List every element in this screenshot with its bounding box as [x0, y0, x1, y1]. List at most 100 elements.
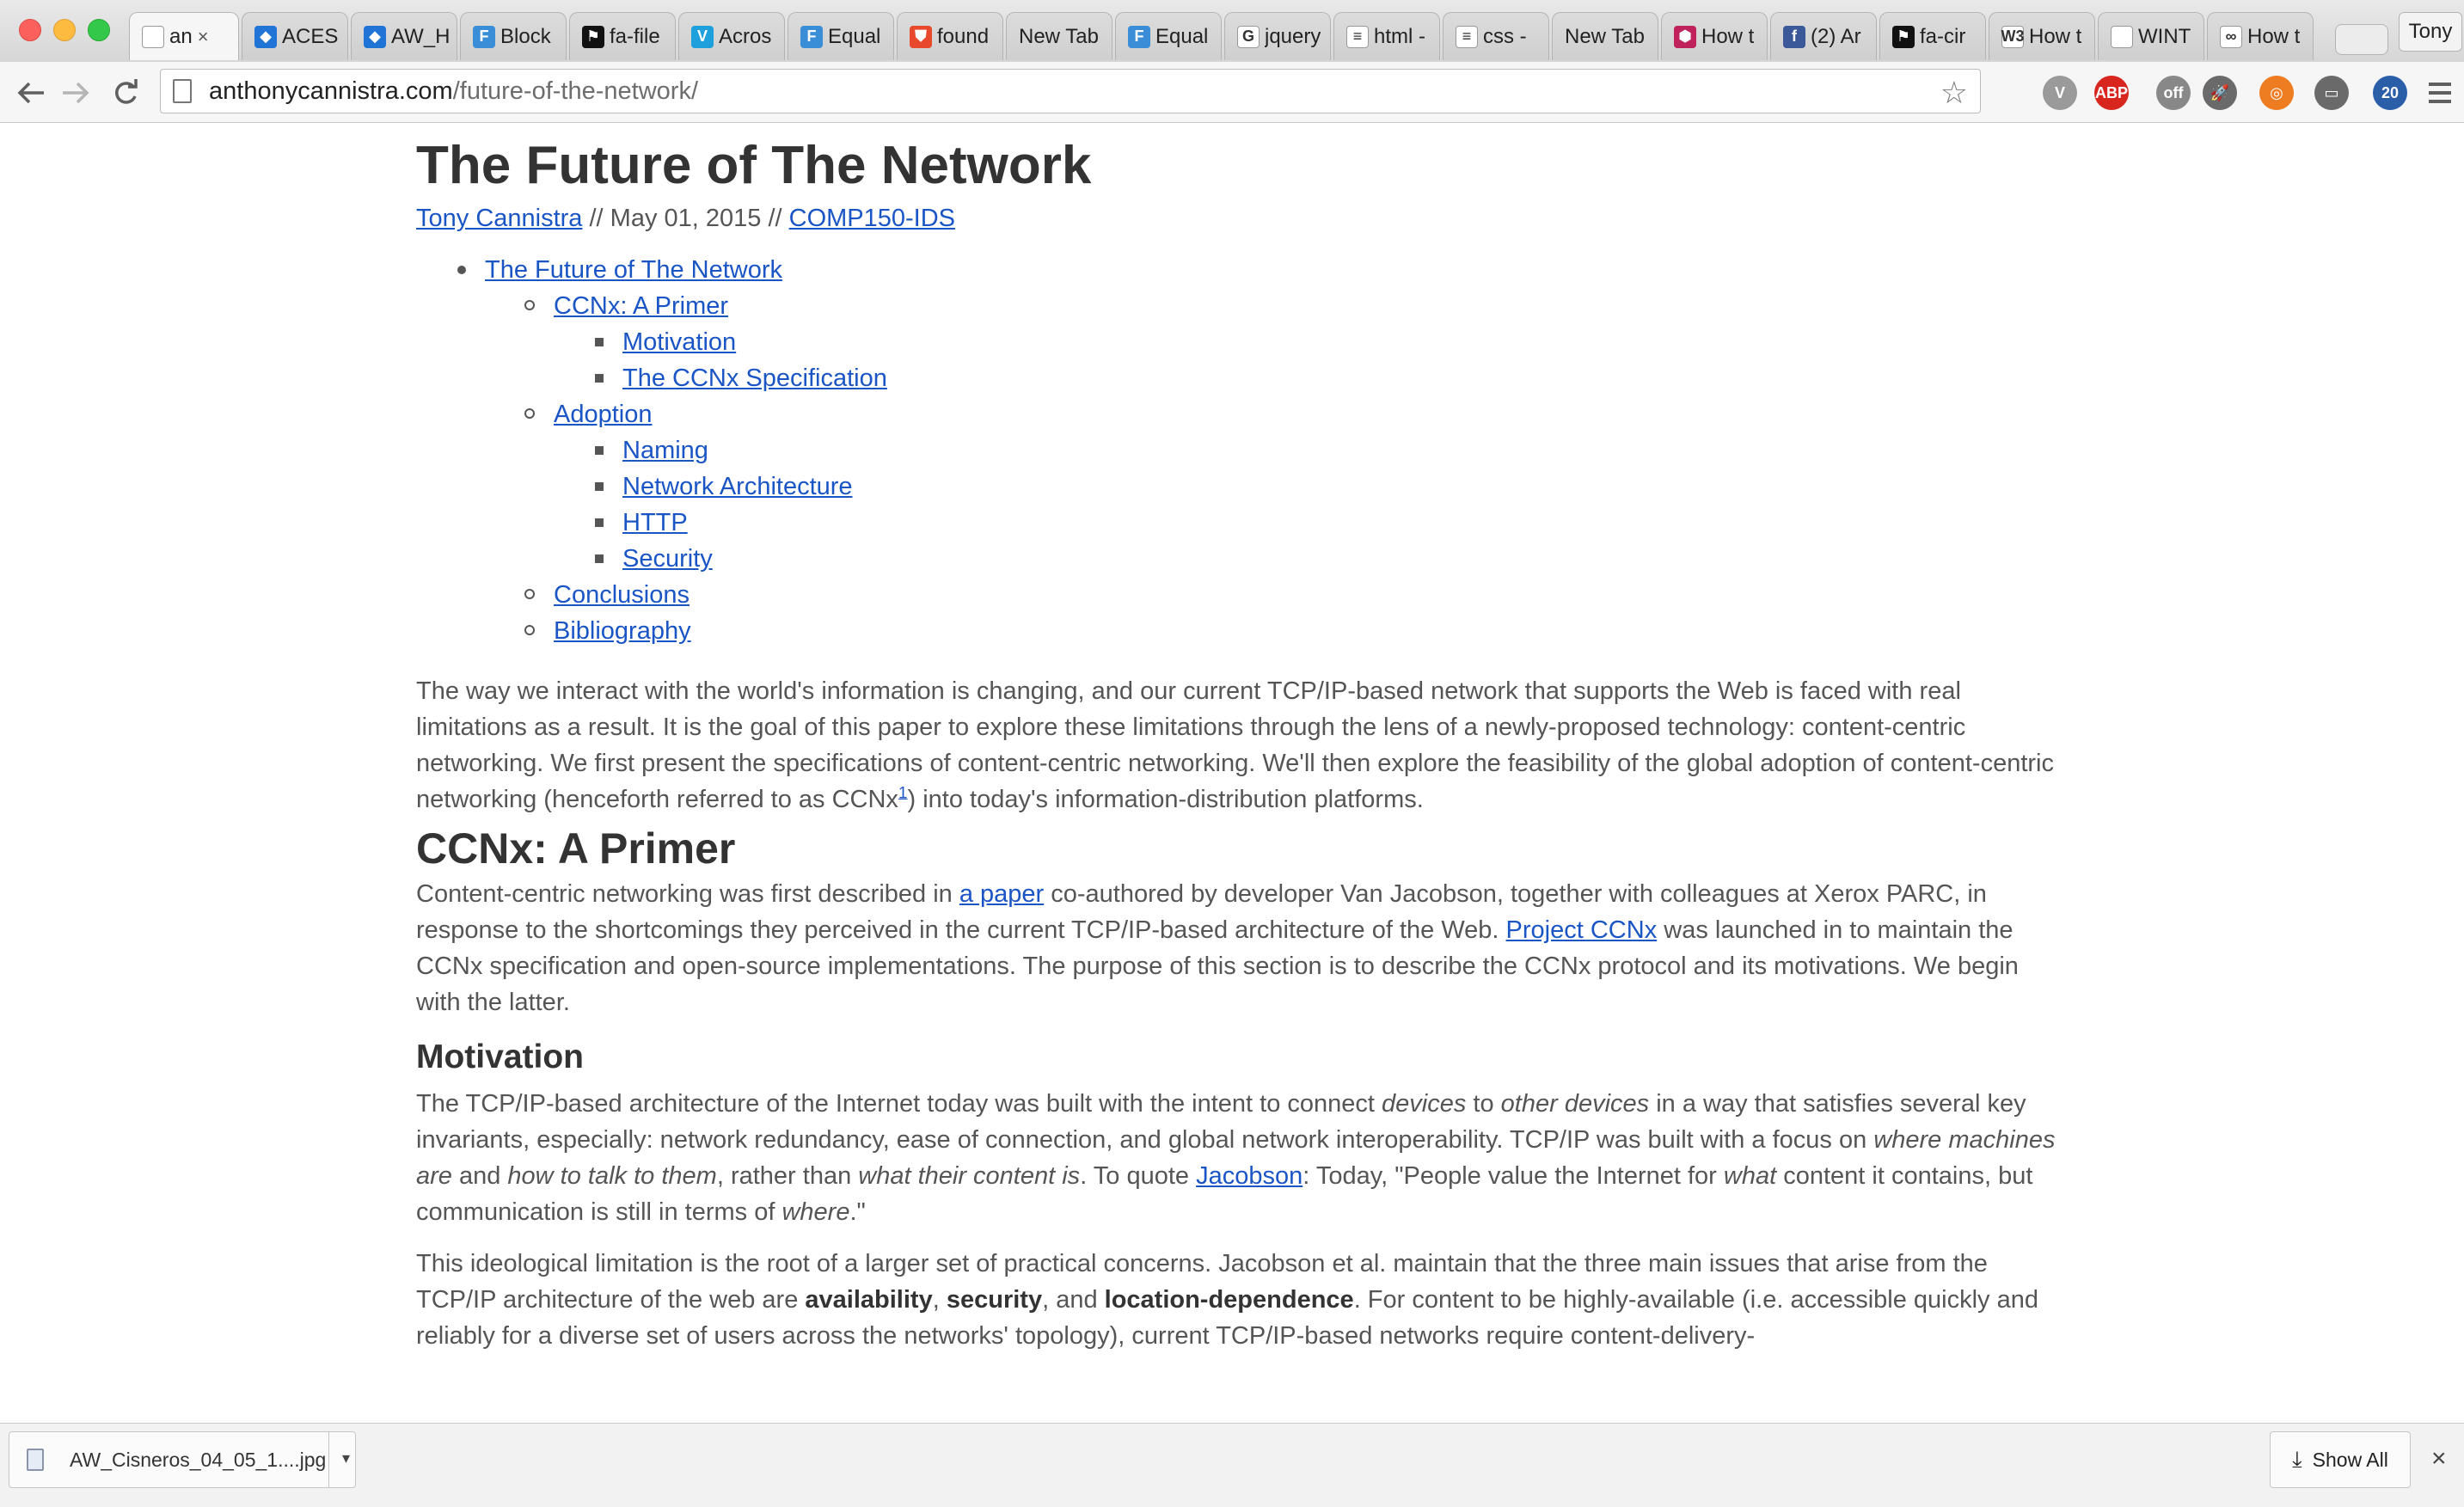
toc-link[interactable]: Adoption: [554, 401, 653, 428]
tab-title: How t: [1701, 24, 1755, 48]
page-viewport[interactable]: The Future of The Network Tony Cannistra…: [0, 123, 2464, 1423]
project-ccnx-link[interactable]: Project CCNx: [1506, 916, 1658, 944]
tab-title: (2) Ar: [1811, 24, 1861, 48]
minimize-window-button[interactable]: [53, 19, 76, 41]
tab-title: Acros: [719, 24, 772, 48]
stackoverflow-icon: ≡: [1456, 25, 1478, 48]
vimeo-extension-icon[interactable]: V: [2043, 76, 2077, 110]
f-logo-icon: F: [800, 25, 823, 48]
forward-button[interactable]: [58, 76, 93, 110]
profile-button[interactable]: Tony: [2399, 12, 2462, 52]
close-tab-icon[interactable]: ×: [198, 26, 209, 48]
browser-tab[interactable]: ◆ ACES: [242, 12, 348, 60]
show-all-downloads-button[interactable]: ⤓ Show All: [2270, 1431, 2411, 1488]
maximize-window-button[interactable]: [88, 19, 110, 41]
address-bar[interactable]: anthonycannistra.com/future-of-the-netwo…: [160, 69, 1981, 113]
toc-item: HTTP: [416, 505, 2058, 541]
primer-paragraph: Content-centric networking was first des…: [416, 876, 2058, 1020]
emphasis-text: other devices: [1500, 1090, 1650, 1118]
browser-tab[interactable]: F Block: [460, 12, 567, 60]
toc-link[interactable]: Naming: [622, 437, 708, 464]
paper-link[interactable]: a paper: [959, 880, 1044, 908]
divider: [328, 1432, 329, 1487]
browser-tab[interactable]: New Tab: [1552, 12, 1658, 60]
toc-link[interactable]: HTTP: [622, 509, 688, 536]
bold-text: availability: [805, 1286, 933, 1314]
menu-button[interactable]: [2423, 76, 2457, 110]
cast-icon[interactable]: ▭: [2314, 76, 2349, 110]
download-icon: ⤓: [2292, 1446, 2302, 1472]
toc-item: The CCNx Specification: [416, 360, 2058, 396]
hexagon-icon: ⬢: [1674, 25, 1696, 48]
motivation-text: ,: [932, 1286, 947, 1314]
browser-tab[interactable]: WINT: [2098, 12, 2204, 60]
toc-link[interactable]: Security: [622, 545, 713, 573]
browser-tab[interactable]: ◆ AW_H: [351, 12, 457, 60]
browser-tab[interactable]: ≡ css -: [1443, 12, 1549, 60]
bookmark-star-icon[interactable]: ☆: [1940, 75, 1968, 111]
browser-tab[interactable]: ⬢ How t: [1661, 12, 1768, 60]
browser-tab[interactable]: ⚑ fa-file: [569, 12, 676, 60]
image-file-icon: [27, 1449, 44, 1471]
footnote-link[interactable]: 1: [898, 784, 908, 802]
lifebuoy-icon[interactable]: ◎: [2259, 76, 2294, 110]
motivation-text: The TCP/IP-based architecture of the Int…: [416, 1090, 1382, 1118]
page-icon: [142, 25, 164, 48]
intro-paragraph: The way we interact with the world's inf…: [416, 673, 2058, 818]
emphasis-text: devices: [1382, 1090, 1467, 1118]
toc-link[interactable]: Motivation: [622, 328, 736, 356]
tab-strip: an × ◆ ACES ◆ AW_H F Block ⚑ fa-file V Acros F Equal ⛊…: [0, 0, 2464, 63]
browser-tab[interactable]: W3 How t: [1989, 12, 2095, 60]
category-link[interactable]: COMP150-IDS: [789, 205, 955, 232]
date-text: // May 01, 2015 //: [582, 205, 789, 232]
reload-button[interactable]: [108, 76, 143, 110]
badge-extension-icon[interactable]: 20: [2373, 76, 2407, 110]
toc-link[interactable]: CCNx: A Primer: [554, 292, 728, 320]
dropbox-icon: ◆: [364, 25, 386, 48]
tab-title: AW_H: [391, 24, 451, 48]
table-of-contents: The Future of The Network CCNx: A Primer M…: [416, 252, 2058, 649]
mascot-extension-icon[interactable]: off: [2156, 76, 2191, 110]
bold-text: security: [946, 1286, 1043, 1314]
browser-tab[interactable]: ⚑ fa-cir: [1879, 12, 1986, 60]
chevron-down-icon[interactable]: ▾: [342, 1449, 350, 1467]
rocket-icon[interactable]: 🚀: [2203, 76, 2237, 110]
browser-tab[interactable]: ∞ How t: [2207, 12, 2314, 60]
browser-tab[interactable]: F Equal: [788, 12, 894, 60]
facebook-icon: f: [1783, 25, 1805, 48]
hamburger-menu-icon: [2429, 83, 2451, 103]
toc-item: Bibliography: [416, 613, 2058, 649]
page-icon: [2111, 25, 2133, 48]
intro-tail: ) into today's information-distribution …: [907, 786, 1424, 813]
jacobson-link[interactable]: Jacobson: [1196, 1162, 1302, 1190]
browser-tab[interactable]: F Equal: [1115, 12, 1222, 60]
author-link[interactable]: Tony Cannistra: [416, 205, 582, 232]
motivation-paragraph-1: The TCP/IP-based architecture of the Int…: [416, 1086, 2058, 1230]
browser-tab[interactable]: New Tab: [1006, 12, 1112, 60]
adblock-icon[interactable]: ABP: [2094, 76, 2129, 110]
close-window-button[interactable]: [19, 19, 41, 41]
toc-link[interactable]: Conclusions: [554, 581, 690, 609]
download-item[interactable]: AW_Cisneros_04_05_1....jpg ▾: [9, 1431, 356, 1488]
browser-tab[interactable]: f (2) Ar: [1770, 12, 1877, 60]
browser-tab[interactable]: an ×: [129, 12, 239, 60]
article: The Future of The Network Tony Cannistra…: [416, 132, 2058, 1354]
browser-tab[interactable]: V Acros: [678, 12, 785, 60]
download-filename: AW_Cisneros_04_05_1....jpg: [70, 1448, 327, 1471]
tab-title: New Tab: [1565, 24, 1645, 48]
close-icon[interactable]: ×: [2431, 1444, 2447, 1473]
show-all-label: Show All: [2312, 1448, 2388, 1471]
toc-link[interactable]: The CCNx Specification: [622, 364, 887, 392]
browser-tab[interactable]: ⛊ found: [897, 12, 1003, 60]
toc-link[interactable]: The Future of The Network: [485, 256, 782, 284]
browser-tab[interactable]: ≡ html -: [1333, 12, 1440, 60]
toc-link[interactable]: Network Architecture: [622, 473, 853, 500]
toc-item: The Future of The Network: [416, 252, 2058, 288]
url-text[interactable]: anthonycannistra.com/future-of-the-netwo…: [209, 77, 698, 106]
browser-toolbar: anthonycannistra.com/future-of-the-netwo…: [0, 62, 2464, 123]
back-button[interactable]: [14, 76, 48, 110]
toc-link[interactable]: Bibliography: [554, 617, 691, 645]
section-heading-ccnx-primer: CCNx: A Primer: [416, 824, 736, 873]
new-tab-button[interactable]: [2335, 24, 2388, 55]
browser-tab[interactable]: Gjquery: [1224, 12, 1331, 60]
